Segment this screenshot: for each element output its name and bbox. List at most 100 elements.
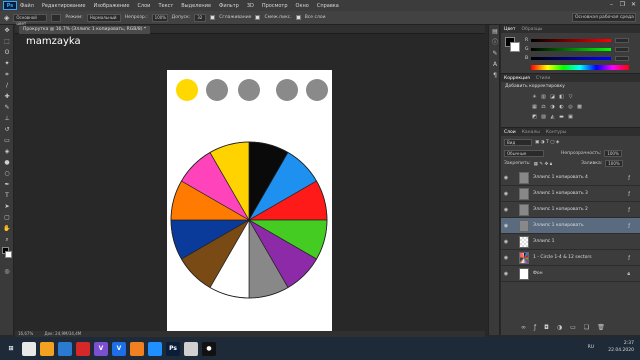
visibility-eye-icon[interactable]: ◉ [501, 239, 511, 245]
antialias-checkbox[interactable] [210, 15, 216, 20]
color-dot[interactable] [276, 79, 298, 101]
history-brush-icon[interactable]: ↺ [1, 125, 13, 135]
opacity-input[interactable]: 100% [151, 13, 168, 22]
green-slider[interactable] [531, 48, 611, 51]
tab-adjustments[interactable]: Коррекция [504, 76, 530, 81]
layer-name[interactable]: Эллипс 1 копировать [533, 223, 584, 228]
color-dot[interactable] [176, 79, 198, 101]
red-slider[interactable] [531, 39, 611, 42]
taskbar-app-icon[interactable] [148, 341, 162, 356]
hand-tool-icon[interactable]: ✋ [1, 224, 13, 234]
fill-input[interactable]: 100% [605, 160, 623, 167]
taskbar-app-icon[interactable] [22, 341, 36, 356]
stamp-tool-icon[interactable]: ⊥ [1, 114, 13, 124]
blend-mode-select[interactable]: Обычные [504, 150, 544, 157]
menu-edit[interactable]: Редактирование [42, 3, 86, 9]
taskbar-app-icon[interactable]: ● [202, 341, 216, 356]
menu-image[interactable]: Изображение [93, 3, 129, 9]
delete-layer-icon[interactable]: 🗑︎ [597, 324, 605, 331]
new-adjustment-icon[interactable]: ◑ [557, 324, 562, 331]
blue-value[interactable] [615, 56, 629, 61]
color-dot[interactable] [206, 79, 228, 101]
taskbar-app-icon[interactable] [130, 341, 144, 356]
menu-layers[interactable]: Слои [137, 3, 150, 9]
taskbar-app-icon[interactable] [76, 341, 90, 356]
tab-paths[interactable]: Контуры [546, 130, 567, 135]
fx-icon[interactable]: ƒ [628, 207, 630, 213]
menu-filter[interactable]: Фильтр [219, 3, 239, 9]
channel-mixer-icon[interactable]: ◎ [567, 104, 574, 110]
taskbar-app-icon[interactable]: V [94, 341, 108, 356]
visibility-eye-icon[interactable]: ◉ [501, 271, 511, 277]
maximize-button[interactable]: ❐ [618, 1, 627, 9]
layer-row[interactable]: ◉ Эллипс 1 копировать 2 ƒ [501, 202, 640, 218]
document-tab[interactable]: Прокрутка @ 16,7% (Эллипс 1 копировать, … [19, 26, 151, 34]
color-balance-icon[interactable]: ⚖ [540, 104, 547, 110]
color-wheel-artwork[interactable] [167, 70, 332, 340]
close-button[interactable]: ✕ [629, 1, 638, 9]
photo-filter-icon[interactable]: ◐ [558, 104, 565, 110]
layer-opacity-input[interactable]: 100% [604, 150, 622, 157]
color-ramp[interactable] [531, 65, 629, 70]
levels-icon[interactable]: ▥ [540, 94, 547, 100]
tab-styles[interactable]: Стили [536, 76, 551, 81]
character-panel-icon[interactable]: A [490, 60, 500, 69]
shape-tool-icon[interactable]: ▢ [1, 213, 13, 223]
layer-row[interactable]: ◉ Эллипс 1 копировать 3 ƒ [501, 186, 640, 202]
layer-name[interactable]: Эллипс 1 копировать 2 [533, 207, 588, 212]
add-style-icon[interactable]: ƒ [534, 324, 536, 331]
vibrance-icon[interactable]: ▽ [567, 94, 574, 100]
filter-icons[interactable]: ▣ ◑ T ▢ ◈ [535, 140, 559, 145]
visibility-eye-icon[interactable]: ◉ [501, 175, 511, 181]
menu-select[interactable]: Выделение [181, 3, 211, 9]
color-dot[interactable] [306, 79, 328, 101]
taskbar-app-icon[interactable] [58, 341, 72, 356]
taskbar-app-icon[interactable]: V [112, 341, 126, 356]
new-layer-icon[interactable]: ❏ [584, 324, 589, 331]
exposure-icon[interactable]: ◧ [558, 94, 565, 100]
fx-icon[interactable]: ƒ [628, 223, 630, 229]
paint-bucket-tool-icon[interactable]: ◈ [1, 147, 13, 157]
menu-help[interactable]: Справка [317, 3, 339, 9]
pattern-picker[interactable] [51, 13, 62, 22]
panel-background-swatch[interactable] [510, 42, 520, 52]
layer-name[interactable]: Фон [533, 271, 543, 276]
history-panel-icon[interactable]: ▤ [490, 27, 500, 36]
posterize-icon[interactable]: ▨ [540, 114, 547, 120]
layer-row[interactable]: ◉ Фон 🔒︎ [501, 266, 640, 282]
document-canvas[interactable] [167, 70, 332, 340]
lock-icons[interactable]: ▦ ✎ ✥ 🔒︎ [534, 161, 552, 167]
taskbar-app-icon[interactable] [184, 341, 198, 356]
new-group-icon[interactable]: ▭ [570, 324, 576, 331]
green-value[interactable] [615, 47, 629, 52]
lasso-tool-icon[interactable]: ʘ [1, 48, 13, 58]
start-button[interactable]: ⊞ [4, 341, 18, 356]
menu-window[interactable]: Окно [296, 3, 309, 9]
invert-icon[interactable]: ◩ [531, 114, 538, 120]
mode-select[interactable]: Нормальный [86, 13, 121, 22]
all-layers-checkbox[interactable] [295, 15, 301, 20]
zoom-tool-icon[interactable]: ⌕ [1, 235, 13, 245]
fx-icon[interactable]: ƒ [628, 255, 630, 261]
layer-name[interactable]: Эллипс 1 копировать 3 [533, 191, 588, 196]
canvas-area[interactable] [15, 34, 485, 340]
blur-tool-icon[interactable]: ● [1, 158, 13, 168]
layer-row-selected[interactable]: ◉ Эллипс 1 копировать ƒ [501, 218, 640, 234]
healing-tool-icon[interactable]: ✚ [1, 92, 13, 102]
layer-kind-select[interactable]: Вид [504, 139, 532, 146]
threshold-icon[interactable]: ◭ [549, 114, 556, 120]
type-tool-icon[interactable]: T [1, 191, 13, 201]
background-color-swatch[interactable] [5, 251, 12, 258]
brightness-icon[interactable]: ☀ [531, 94, 538, 100]
taskbar-app-icon[interactable]: Ps [166, 341, 180, 356]
color-dot[interactable] [238, 79, 260, 101]
visibility-eye-icon[interactable]: ◉ [501, 207, 511, 213]
tab-color[interactable]: Цвет [504, 27, 516, 32]
add-mask-icon[interactable]: ◘ [544, 324, 549, 331]
marquee-tool-icon[interactable]: ⬚ [1, 37, 13, 47]
move-tool-icon[interactable]: ✥ [1, 26, 13, 36]
tab-channels[interactable]: Каналы [522, 130, 540, 135]
fx-icon[interactable]: ƒ [628, 191, 630, 197]
red-value[interactable] [615, 38, 629, 43]
magic-wand-tool-icon[interactable]: ✦ [1, 59, 13, 69]
